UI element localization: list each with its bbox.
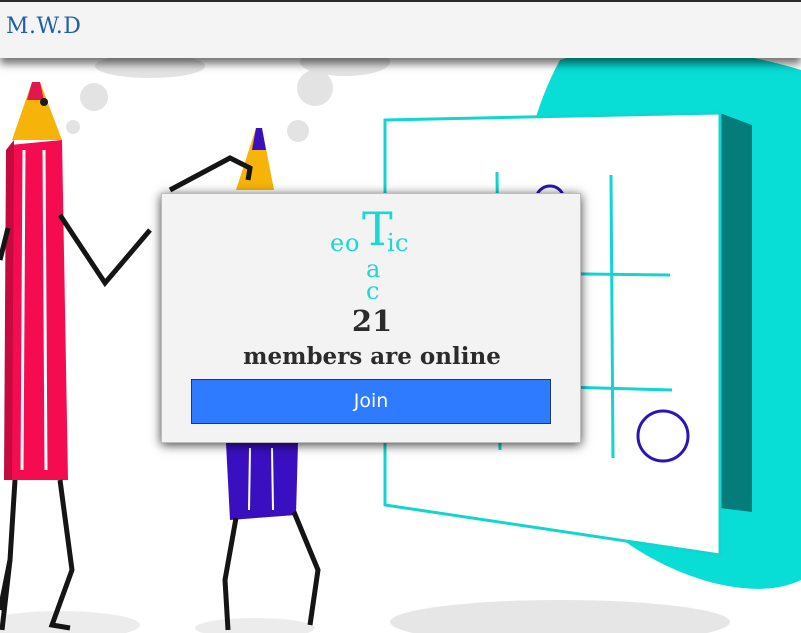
brand-link[interactable]: M.W.D [6, 14, 81, 39]
members-count: 21 [351, 304, 393, 338]
top-navbar: M.W.D [0, 0, 801, 58]
logo-letter-i: i [387, 229, 395, 257]
logo-letter-c-bottom: c [366, 277, 380, 305]
floor-shadow-left [0, 611, 140, 633]
logo-letter-c: c [395, 229, 409, 257]
pencil-character-red [0, 82, 152, 631]
join-button[interactable]: Join [191, 379, 551, 424]
tic-tac-logo: e o T i c a c [162, 194, 582, 314]
members-online-text: members are online [243, 343, 501, 370]
online-members-dialog: e o T i c a c 21 members are online Join [161, 193, 581, 443]
logo-letter-o: o [345, 229, 360, 257]
floor-shadow-mid [195, 618, 315, 633]
board-shadow [720, 113, 752, 512]
floor-shadow [390, 600, 730, 633]
logo-letter-e: e [330, 229, 345, 257]
thought-bubble [66, 48, 390, 142]
